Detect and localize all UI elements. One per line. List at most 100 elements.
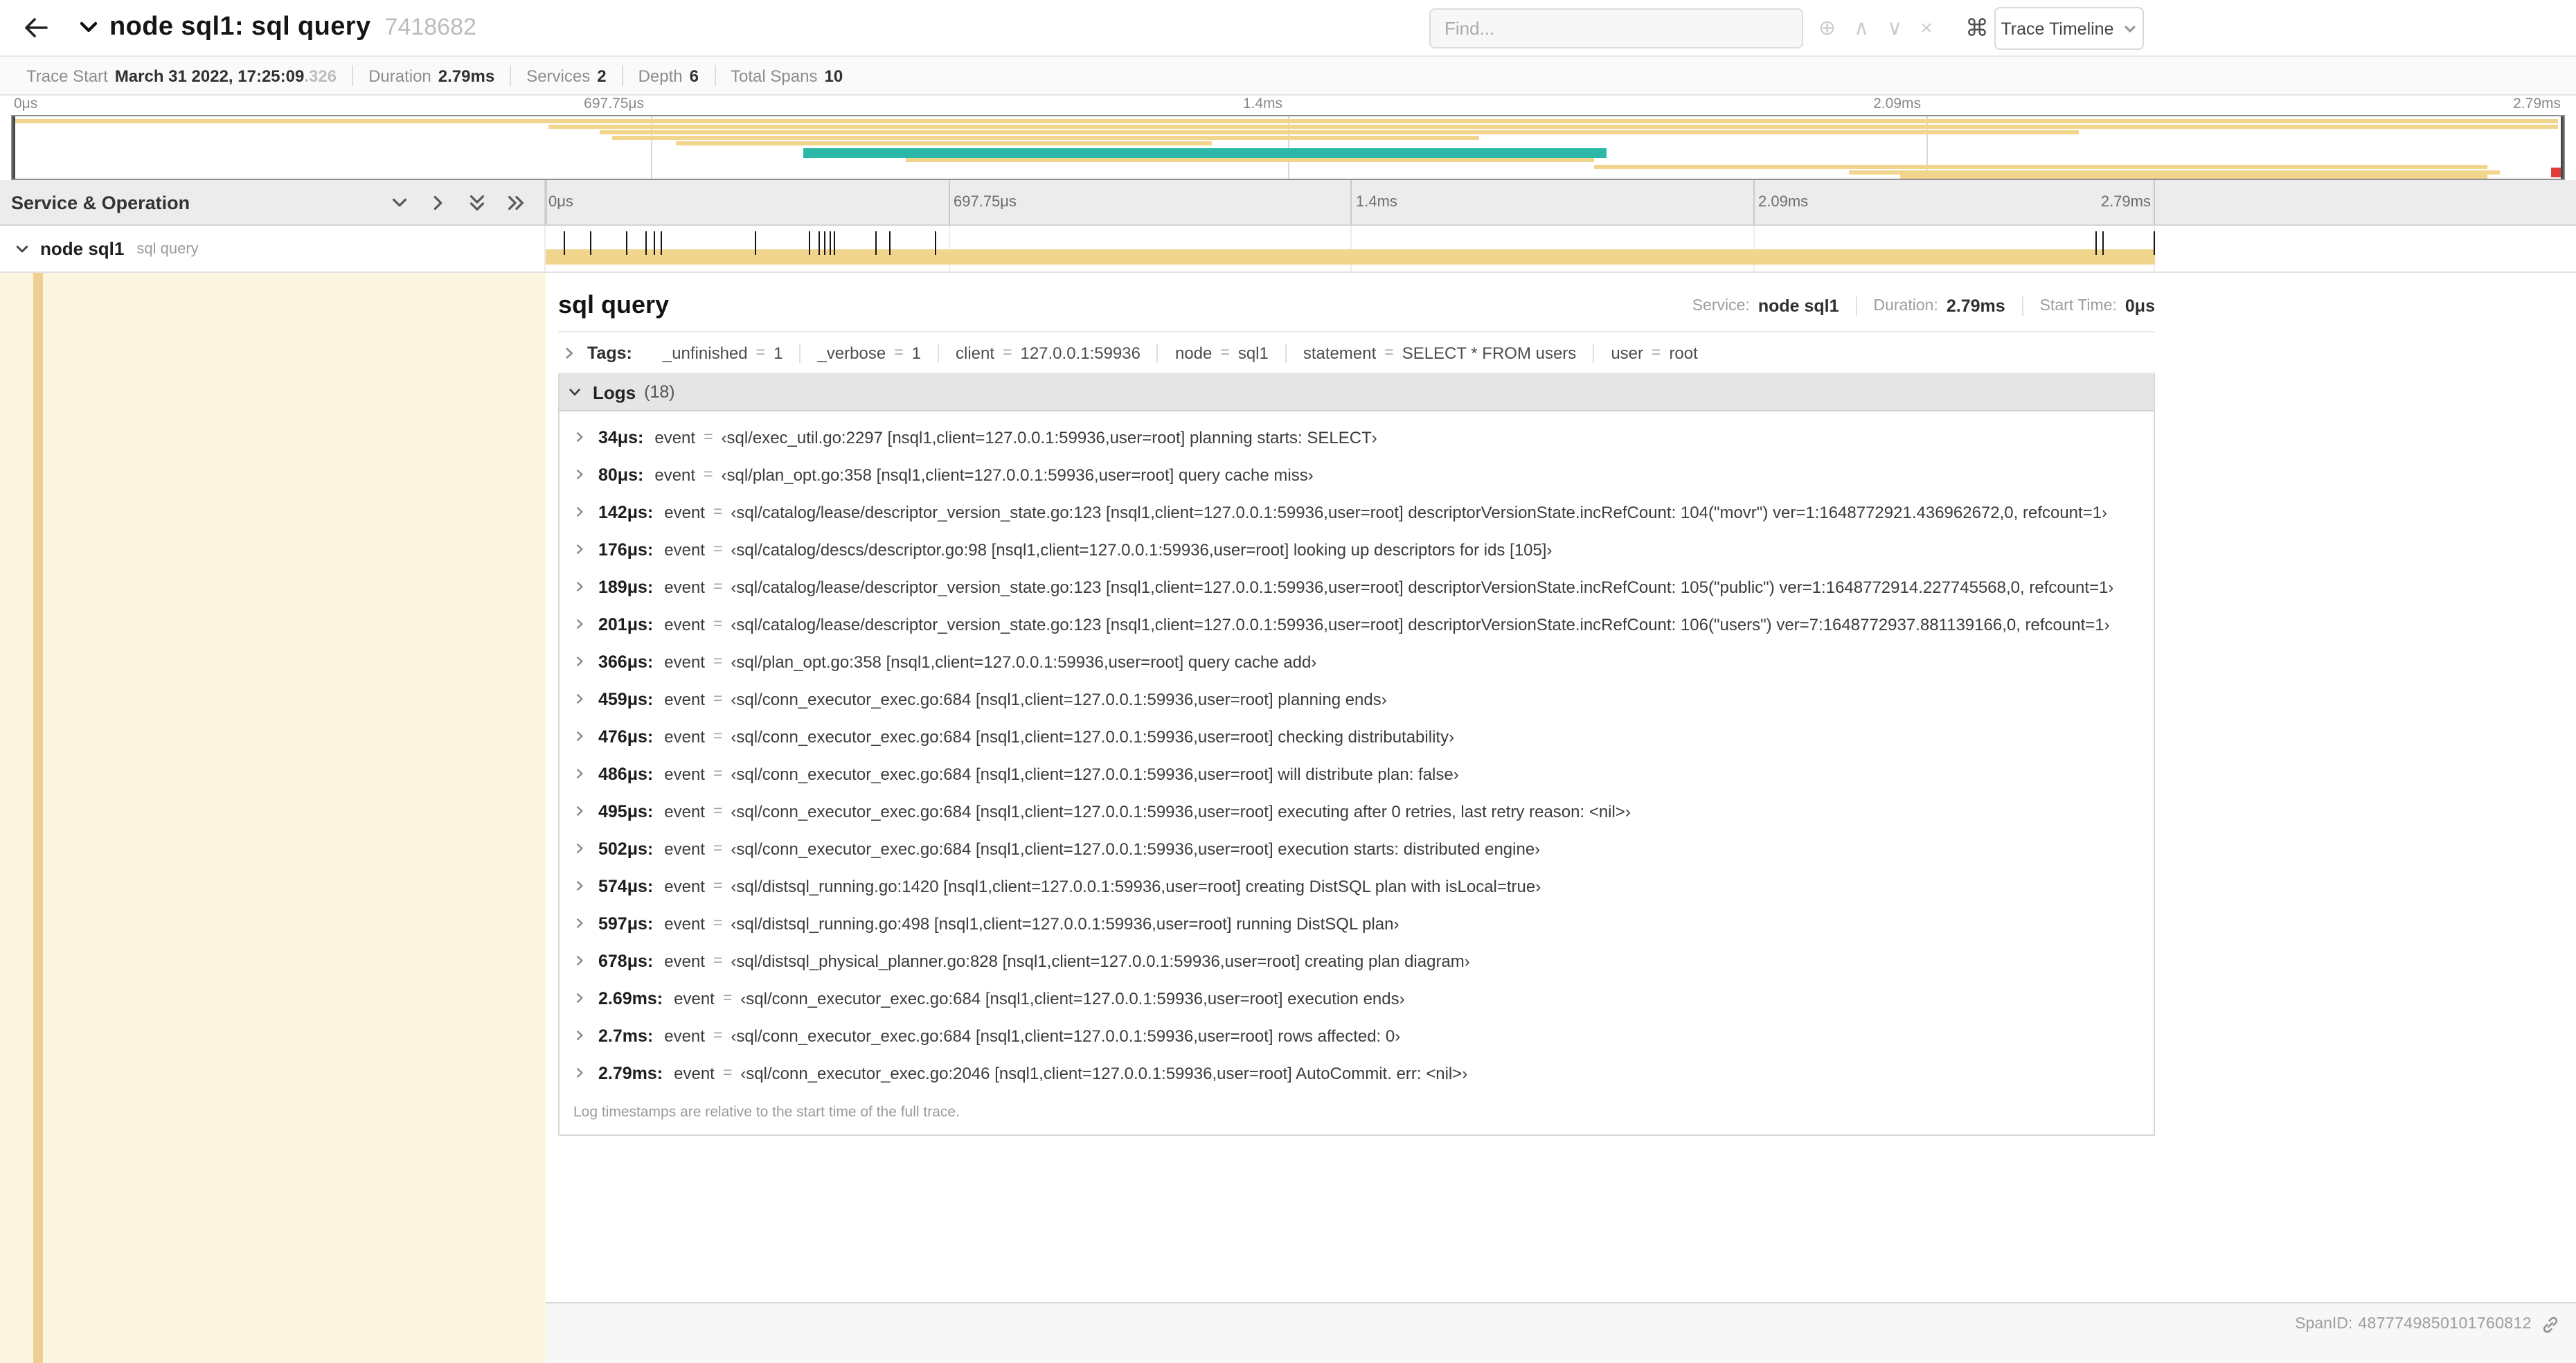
- minimap-span: [548, 124, 2559, 129]
- logs-header[interactable]: Logs (18): [560, 374, 2154, 411]
- log-row[interactable]: 2.69ms: event ‹sql/conn_executor_exec.go…: [560, 979, 2154, 1017]
- tag-value: root: [1669, 343, 1698, 362]
- equals-sign: [723, 1064, 732, 1081]
- chevron-down-icon: [78, 17, 100, 39]
- log-row[interactable]: 574μs: event ‹sql/distsql_running.go:142…: [560, 867, 2154, 905]
- chevron-right-icon: [573, 1067, 586, 1079]
- log-row[interactable]: 2.79ms: event ‹sql/conn_executor_exec.go…: [560, 1054, 2154, 1092]
- summary-item: Duration 2.79ms: [352, 65, 510, 86]
- log-tick-mark: [755, 231, 757, 255]
- timeline-ticks: 0μs 697.75μs 1.4ms 2.09ms 2.79ms: [546, 180, 2155, 224]
- chevron-right-icon: [562, 346, 576, 359]
- log-timestamp: 366μs:: [598, 652, 654, 671]
- collapse-all-button[interactable]: [465, 190, 489, 214]
- log-row[interactable]: 201μs: event ‹sql/catalog/lease/descript…: [560, 605, 2154, 643]
- log-timestamp: 2.69ms:: [598, 988, 663, 1008]
- log-field-value: ‹sql/exec_util.go:2297 [nsql1,client=127…: [721, 427, 1377, 447]
- next-match-icon[interactable]: ∨: [1887, 18, 1902, 39]
- trace-id: 7418682: [384, 14, 476, 40]
- equals-sign: [713, 728, 722, 745]
- focus-matches-icon[interactable]: ⊕: [1818, 18, 1836, 39]
- trace-header-collapse-toggle[interactable]: [75, 14, 102, 42]
- log-row[interactable]: 366μs: event ‹sql/plan_opt.go:358 [nsql1…: [560, 643, 2154, 680]
- detail-stat-value: 0μs: [2125, 296, 2155, 315]
- minimap-left-handle[interactable]: [12, 116, 15, 179]
- minimap-span: [905, 158, 1595, 163]
- equals-sign: [713, 915, 722, 932]
- log-tick-mark: [935, 231, 937, 255]
- log-row[interactable]: 34μs: event ‹sql/exec_util.go:2297 [nsql…: [560, 418, 2154, 456]
- double-chevron-down-icon: [467, 192, 488, 213]
- logs-footnote: Log timestamps are relative to the start…: [573, 1104, 960, 1121]
- log-row[interactable]: 476μs: event ‹sql/conn_executor_exec.go:…: [560, 718, 2154, 755]
- back-button[interactable]: [19, 11, 53, 44]
- log-row[interactable]: 597μs: event ‹sql/distsql_running.go:498…: [560, 905, 2154, 942]
- tick-label: 0μs: [548, 194, 573, 211]
- tag-value: 1: [911, 343, 921, 362]
- tick-label: 1.4ms: [1356, 194, 1397, 211]
- log-tick-mark: [824, 231, 826, 255]
- summary-item: Depth 6: [621, 65, 714, 86]
- log-field-value: ‹sql/catalog/lease/descriptor_version_st…: [731, 614, 2110, 634]
- chevron-down-icon: [2124, 21, 2138, 35]
- trace-summary-bar: Trace Start March 31 2022, 17:25:09 .326…: [0, 57, 2576, 96]
- log-field-key: event: [654, 427, 696, 447]
- log-timestamp: 2.79ms:: [598, 1063, 663, 1083]
- log-row[interactable]: 486μs: event ‹sql/conn_executor_exec.go:…: [560, 755, 2154, 792]
- equals-sign: [704, 466, 713, 483]
- tags-label: Tags:: [587, 343, 632, 362]
- chevron-right-icon: [573, 655, 586, 668]
- summary-item: Trace Start March 31 2022, 17:25:09 .326: [11, 65, 352, 86]
- log-row[interactable]: 142μs: event ‹sql/catalog/lease/descript…: [560, 493, 2154, 531]
- chevron-down-icon[interactable]: [14, 240, 30, 257]
- log-tick-mark: [809, 231, 811, 255]
- log-field-value: ‹sql/distsql_running.go:1420 [nsql1,clie…: [731, 876, 1541, 896]
- view-type-button[interactable]: Trace Timeline: [1994, 7, 2144, 50]
- clear-search-icon[interactable]: ×: [1920, 18, 1933, 39]
- equals-sign: [713, 840, 722, 857]
- span-row-name-cell[interactable]: node sql1 sql query: [0, 226, 546, 271]
- summary-item: Total Spans 10: [714, 65, 858, 86]
- deep-link-icon[interactable]: [2541, 1316, 2559, 1334]
- arrow-left-icon: [22, 14, 50, 42]
- minimap-tick-labels: 0μs 697.75μs 1.4ms 2.09ms 2.79ms: [11, 96, 2565, 115]
- log-row[interactable]: 502μs: event ‹sql/conn_executor_exec.go:…: [560, 830, 2154, 867]
- span-bar-track[interactable]: [546, 226, 2155, 271]
- log-field-value: ‹sql/conn_executor_exec.go:684 [nsql1,cl…: [731, 839, 1541, 858]
- expand-all-button[interactable]: [504, 190, 528, 214]
- log-timestamp: 34μs:: [598, 427, 644, 447]
- chevron-down-icon: [568, 385, 582, 399]
- log-field-key: event: [664, 876, 705, 896]
- collapse-one-level-button[interactable]: [388, 190, 411, 214]
- log-timestamp: 80μs:: [598, 465, 644, 484]
- summary-value: 6: [689, 66, 699, 85]
- prev-match-icon[interactable]: ∧: [1854, 18, 1869, 39]
- tags-row[interactable]: Tags: _unfinished 1 _verbose: [558, 332, 2155, 374]
- minimap[interactable]: [11, 115, 2565, 180]
- log-tick-mark: [2154, 231, 2155, 255]
- trace-timeline-page: node sql1: sql query 7418682 ⊕ ∧ ∨ × ⌘ T…: [0, 0, 2576, 1363]
- keyboard-shortcuts-icon[interactable]: ⌘: [1965, 8, 1989, 48]
- span-detail-content: sql query Service: node sql1 Duration: 2…: [558, 280, 2155, 1136]
- service-operation-title: Service & Operation: [11, 192, 190, 213]
- chevron-right-icon: [573, 954, 586, 967]
- span-row[interactable]: node sql1 sql query: [0, 226, 2576, 273]
- chevron-right-icon: [573, 431, 586, 443]
- chevron-right-icon: [573, 767, 586, 780]
- expand-one-level-button[interactable]: [427, 190, 450, 214]
- equals-sign: [756, 344, 765, 361]
- log-tick-mark: [2102, 231, 2104, 255]
- log-row[interactable]: 495μs: event ‹sql/conn_executor_exec.go:…: [560, 792, 2154, 830]
- log-row[interactable]: 2.7ms: event ‹sql/conn_executor_exec.go:…: [560, 1017, 2154, 1054]
- log-row[interactable]: 459μs: event ‹sql/conn_executor_exec.go:…: [560, 680, 2154, 718]
- log-row[interactable]: 189μs: event ‹sql/catalog/lease/descript…: [560, 568, 2154, 605]
- log-row[interactable]: 678μs: event ‹sql/distsql_physical_plann…: [560, 942, 2154, 979]
- find-input[interactable]: [1429, 8, 1803, 48]
- log-row[interactable]: 176μs: event ‹sql/catalog/descs/descript…: [560, 531, 2154, 568]
- log-field-key: event: [664, 689, 705, 709]
- tag-item: node sql1: [1156, 343, 1285, 362]
- equals-sign: [1652, 344, 1661, 361]
- minimap-right-handle[interactable]: [2561, 116, 2564, 179]
- log-row[interactable]: 80μs: event ‹sql/plan_opt.go:358 [nsql1,…: [560, 456, 2154, 493]
- log-field-key: event: [674, 988, 715, 1008]
